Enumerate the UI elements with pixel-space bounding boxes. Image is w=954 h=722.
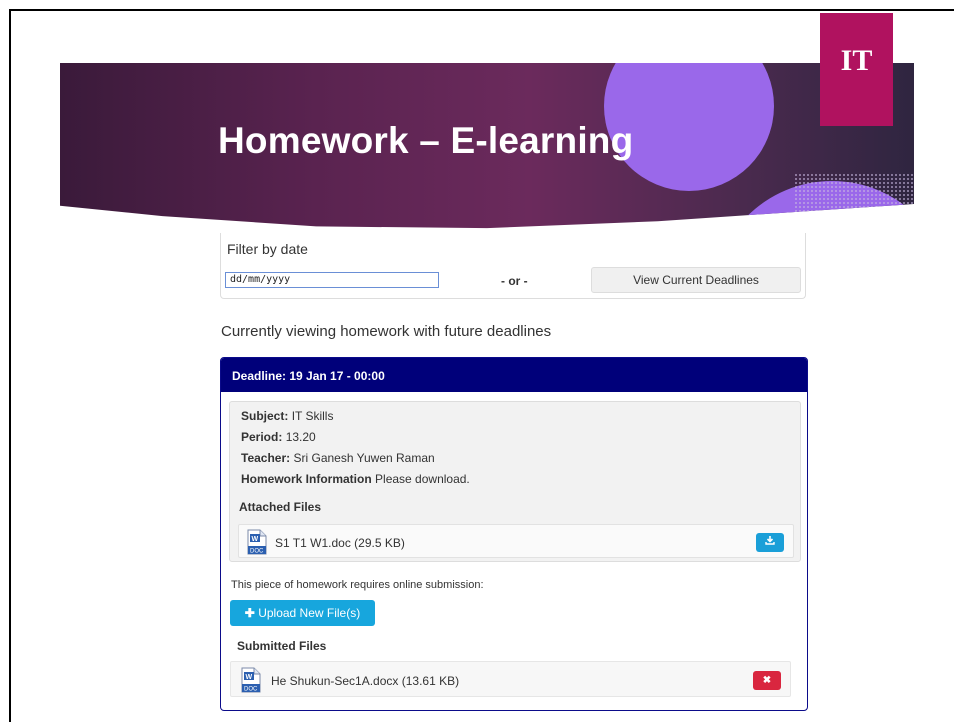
- submission-requirement-text: This piece of homework requires online s…: [231, 579, 484, 591]
- close-icon: ✖: [762, 675, 772, 686]
- period-value: 13.20: [285, 430, 316, 444]
- homework-info-well: Subject: IT Skills Period: 13.20 Teacher…: [229, 401, 801, 562]
- homework-info-label: Homework Information: [241, 472, 372, 486]
- subject-value: IT Skills: [291, 409, 334, 423]
- download-button[interactable]: [756, 533, 784, 552]
- download-icon: [765, 536, 775, 545]
- submitted-files-title: Submitted Files: [237, 639, 327, 653]
- title-banner: Homework – E-learning: [60, 63, 914, 229]
- upload-button-label: Upload New File(s): [258, 606, 361, 620]
- svg-text:DOC: DOC: [244, 687, 258, 693]
- attached-file-row: W DOC S1 T1 W1.doc (29.5 KB): [238, 524, 794, 558]
- attached-files-title: Attached Files: [239, 500, 322, 514]
- svg-text:DOC: DOC: [250, 549, 264, 555]
- word-doc-icon: W DOC: [241, 667, 261, 693]
- filter-label: Filter by date: [227, 241, 308, 257]
- subject-line: Subject: IT Skills: [241, 409, 333, 423]
- teacher-line: Teacher: Sri Ganesh Yuwen Raman: [241, 451, 435, 465]
- teacher-label: Teacher:: [241, 451, 291, 465]
- homework-info-line: Homework Information Please download.: [241, 472, 470, 486]
- svg-text:W: W: [246, 674, 253, 681]
- plus-icon: ✚: [244, 606, 255, 620]
- subject-badge: IT: [820, 13, 893, 126]
- period-label: Period:: [241, 430, 283, 444]
- submitted-file-name[interactable]: He Shukun-Sec1A.docx (13.61 KB): [271, 674, 459, 688]
- period-line: Period: 13.20: [241, 430, 316, 444]
- word-doc-icon: W DOC: [247, 529, 267, 555]
- view-current-deadlines-button[interactable]: View Current Deadlines: [591, 267, 801, 293]
- slide-title: Homework – E-learning: [218, 120, 634, 161]
- viewing-status-text: Currently viewing homework with future d…: [221, 323, 552, 340]
- filter-panel: Filter by date dd/mm/yyyy - or - View Cu…: [220, 233, 806, 299]
- attached-file-name[interactable]: S1 T1 W1.doc (29.5 KB): [275, 536, 405, 550]
- or-separator: - or -: [501, 274, 528, 288]
- submitted-file-row: W DOC He Shukun-Sec1A.docx (13.61 KB) ✖: [230, 661, 791, 697]
- delete-button[interactable]: ✖: [753, 671, 781, 690]
- teacher-value: Sri Ganesh Yuwen Raman: [293, 451, 435, 465]
- upload-new-files-button[interactable]: ✚ Upload New File(s): [230, 600, 375, 626]
- deadline-header: Deadline: 19 Jan 17 - 00:00: [221, 358, 807, 392]
- subject-label: Subject:: [241, 409, 289, 423]
- homework-info-value: Please download.: [375, 472, 470, 486]
- svg-text:W: W: [252, 536, 259, 543]
- date-input[interactable]: dd/mm/yyyy: [225, 272, 439, 288]
- homework-panel: Deadline: 19 Jan 17 - 00:00 Subject: IT …: [220, 357, 808, 711]
